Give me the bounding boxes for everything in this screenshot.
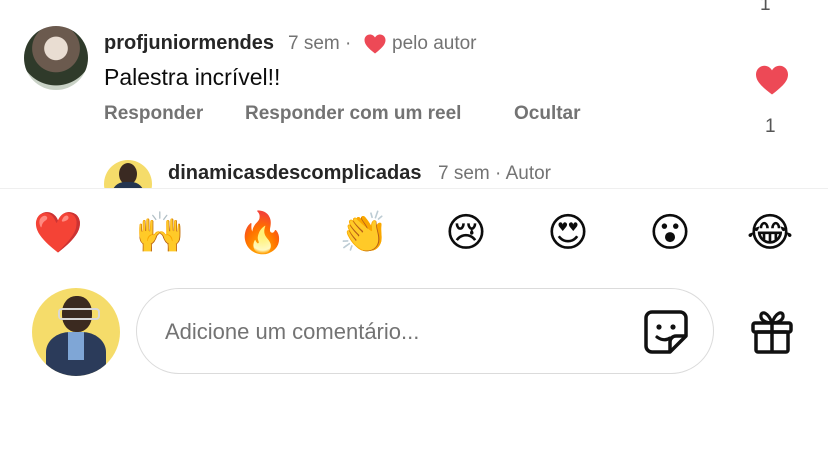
reply-meta: 7 sem · Autor <box>438 163 551 184</box>
comment-like-count: 1 <box>765 116 776 137</box>
heart-icon <box>364 34 386 54</box>
emoji-heart-eyes[interactable]: 😍 <box>543 208 593 258</box>
top-like-count: 1 <box>760 0 771 15</box>
emoji-surprised[interactable]: 😮 <box>645 208 695 258</box>
comment-text: Palestra incrível!! <box>104 64 281 90</box>
current-user-avatar <box>32 288 120 376</box>
comment-input-container[interactable] <box>136 288 714 375</box>
reply-with-reel-button[interactable]: Responder com um reel <box>245 103 461 125</box>
hide-button[interactable]: Ocultar <box>514 103 581 125</box>
gift-icon[interactable] <box>748 308 796 356</box>
emoji-heart[interactable]: ❤️ <box>33 208 83 258</box>
emoji-fire[interactable]: 🔥 <box>237 208 287 258</box>
sticker-icon[interactable] <box>642 308 690 356</box>
emoji-laughing[interactable]: 😂 <box>745 208 795 258</box>
emoji-raised-hands[interactable]: 🙌 <box>135 208 185 258</box>
commenter-avatar[interactable] <box>24 26 88 90</box>
emoji-crying[interactable]: 😢 <box>441 208 491 258</box>
comment-username[interactable]: profjuniormendes <box>104 32 274 55</box>
comment-input[interactable] <box>163 289 637 375</box>
comment-time: 7 sem · <box>288 33 352 54</box>
reply-button[interactable]: Responder <box>104 103 203 125</box>
liked-by-author-label: pelo autor <box>392 33 477 54</box>
like-heart-icon[interactable] <box>754 64 790 96</box>
emoji-clapping[interactable]: 👏 <box>339 208 389 258</box>
reply-username[interactable]: dinamicasdescomplicadas <box>168 162 421 185</box>
